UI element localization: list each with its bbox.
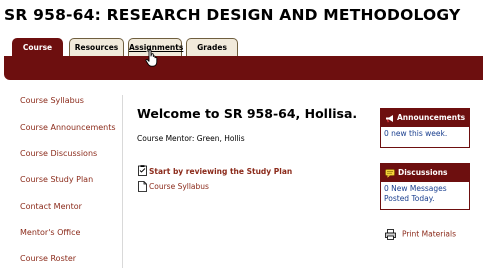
- study-plan-link[interactable]: Start by reviewing the Study Plan: [149, 167, 292, 176]
- tab-course-home[interactable]: Course Home: [12, 38, 63, 70]
- announcements-count[interactable]: 0 new this week.: [381, 127, 469, 141]
- discussions-header: Discussions: [381, 164, 469, 182]
- sidebar-item-course-syllabus[interactable]: Course Syllabus: [20, 96, 84, 105]
- announcements-box: Announcements 0 new this week.: [380, 108, 470, 148]
- course-title: SR 958-64: RESEARCH DESIGN AND METHODOLO…: [4, 6, 461, 24]
- speech-bubble-icon: [385, 168, 395, 178]
- checklist-icon: [138, 165, 147, 176]
- sidebar-item-contact-mentor[interactable]: Contact Mentor: [20, 202, 82, 211]
- document-icon: [138, 181, 147, 192]
- sidebar-item-course-discussions[interactable]: Course Discussions: [20, 149, 97, 158]
- print-materials-label: Print Materials: [402, 229, 457, 239]
- tab-label: Resources: [74, 43, 119, 52]
- tab-label: Grades: [197, 43, 227, 52]
- hand-cursor-icon: [145, 49, 158, 67]
- sidebar-item-mentors-office[interactable]: Mentor's Office: [20, 228, 80, 237]
- sidebar-item-course-announcements[interactable]: Course Announcements: [20, 123, 116, 132]
- sidebar-item-course-roster[interactable]: Course Roster: [20, 254, 76, 263]
- sidebar-divider: [122, 95, 123, 268]
- tab-resources[interactable]: Resources: [69, 38, 124, 57]
- discussions-messages[interactable]: 0 New Messages Posted Today.: [381, 182, 469, 205]
- discussions-box: Discussions 0 New Messages Posted Today.: [380, 163, 470, 210]
- sidebar-item-course-study-plan[interactable]: Course Study Plan: [20, 175, 93, 184]
- announcements-title: Announcements: [397, 113, 466, 122]
- course-syllabus-link[interactable]: Course Syllabus: [149, 182, 209, 191]
- tab-grades[interactable]: Grades: [186, 38, 238, 57]
- printer-icon: [385, 229, 396, 240]
- header-banner: [4, 56, 483, 80]
- welcome-heading: Welcome to SR 958-64, Hollisa.: [137, 106, 358, 121]
- megaphone-icon: [386, 114, 393, 122]
- print-materials-link[interactable]: Print Materials: [385, 229, 456, 240]
- course-mentor: Course Mentor: Green, Hollis: [137, 134, 245, 143]
- discussions-title: Discussions: [398, 168, 448, 177]
- announcements-header: Announcements: [381, 109, 469, 127]
